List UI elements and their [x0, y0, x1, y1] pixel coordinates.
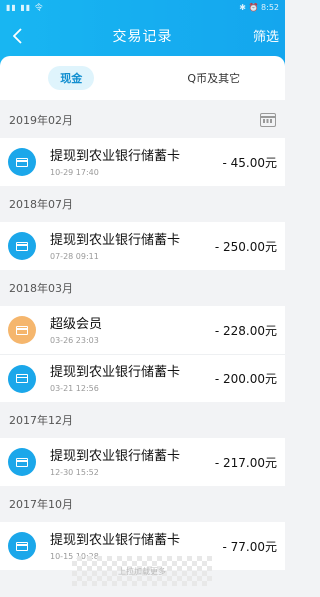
transaction-row[interactable]: 提现到农业银行储蓄卡 03-21 12:56 - 200.00元 [0, 354, 285, 402]
transaction-time: 03-26 23:03 [50, 335, 99, 345]
signal-status: ▮▮ ▮▮ 令 [6, 3, 44, 12]
transaction-name: 提现到农业银行储蓄卡 [50, 232, 181, 248]
transaction-info: 提现到农业银行储蓄卡 12-30 15:52 [50, 448, 215, 477]
chevron-left-icon [13, 28, 22, 44]
transaction-info: 提现到农业银行储蓄卡 03-21 12:56 [50, 364, 215, 393]
month-label: 2017年10月 [9, 498, 73, 511]
transaction-row[interactable]: 提现到农业银行储蓄卡 10-29 17:40 - 45.00元 [0, 138, 285, 186]
tab-qcoin-label: Q币及其它 [187, 72, 241, 85]
tab-cash-label: 现金 [48, 66, 95, 90]
bank-card-icon [8, 532, 36, 560]
bank-card-icon [8, 364, 36, 393]
back-button[interactable] [4, 22, 32, 50]
load-more-indicator: 上拉加载更多 [72, 556, 212, 586]
transaction-time: 03-21 12:56 [50, 384, 99, 393]
bank-card-icon [8, 148, 36, 176]
transaction-amount: - 45.00元 [222, 155, 278, 170]
month-label: 2019年02月 [9, 114, 73, 127]
transaction-time: 12-30 15:52 [50, 467, 99, 477]
transaction-amount: - 200.00元 [214, 372, 277, 386]
transaction-name: 提现到农业银行储蓄卡 [50, 365, 181, 380]
calendar-icon[interactable] [260, 113, 276, 127]
transaction-name: 提现到农业银行储蓄卡 [50, 532, 181, 548]
vip-icon [8, 316, 36, 344]
transaction-amount: - 250.00元 [214, 239, 277, 254]
bank-card-icon [8, 448, 36, 476]
transaction-info: 提现到农业银行储蓄卡 10-29 17:40 [50, 148, 223, 177]
filter-button[interactable]: 筛选 [253, 26, 279, 45]
nav-bar: 交易记录 筛选 [0, 16, 285, 56]
tab-bar: 现金 Q币及其它 [0, 56, 285, 100]
month-label: 2018年07月 [9, 198, 73, 211]
transaction-name: 提现到农业银行储蓄卡 [50, 148, 181, 164]
page-title: 交易记录 [112, 29, 173, 45]
transaction-list: 2019年02月 提现到农业银行储蓄卡 10-29 17:40 - 45.00元… [0, 102, 285, 570]
clock-status: ✱ ⏰ 8:52 [239, 3, 279, 12]
transaction-row[interactable]: 超级会员 03-26 23:03 - 228.00元 [0, 306, 285, 354]
month-header: 2019年02月 [0, 102, 285, 138]
tab-cash[interactable]: 现金 [0, 66, 143, 90]
transaction-info: 提现到农业银行储蓄卡 07-28 09:11 [50, 232, 215, 261]
month-header: 2017年12月 [0, 402, 285, 438]
bank-card-icon [8, 232, 36, 260]
transaction-amount: - 228.00元 [214, 323, 277, 338]
month-header: 2018年07月 [0, 186, 285, 222]
month-header: 2018年03月 [0, 270, 285, 306]
transaction-row[interactable]: 提现到农业银行储蓄卡 12-30 15:52 - 217.00元 [0, 438, 285, 486]
transaction-time: 10-29 17:40 [50, 167, 99, 177]
month-label: 2017年12月 [9, 414, 73, 427]
transaction-time: 07-28 09:11 [50, 251, 99, 261]
transaction-info: 超级会员 03-26 23:03 [50, 316, 215, 345]
month-label: 2018年03月 [9, 282, 73, 295]
transaction-amount: - 217.00元 [214, 455, 277, 470]
tab-qcoin-other[interactable]: Q币及其它 [143, 70, 286, 86]
transaction-name: 提现到农业银行储蓄卡 [50, 448, 181, 464]
transaction-row[interactable]: 提现到农业银行储蓄卡 07-28 09:11 - 250.00元 [0, 222, 285, 270]
transaction-name: 超级会员 [50, 316, 103, 332]
month-header: 2017年10月 [0, 486, 285, 522]
status-bar: ▮▮ ▮▮ 令 ✱ ⏰ 8:52 [0, 0, 285, 16]
transaction-amount: - 77.00元 [222, 539, 278, 554]
